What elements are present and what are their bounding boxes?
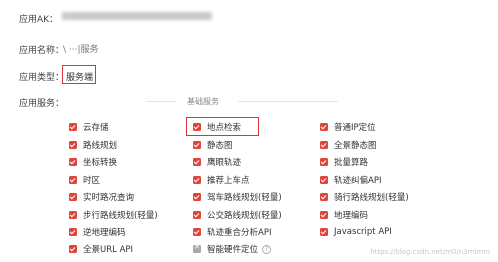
checkbox-disabled-icon: ✕ — [193, 243, 201, 253]
service-poi-search[interactable]: 地点检索 — [193, 121, 241, 133]
service-geocoding[interactable]: 地理编码 — [320, 209, 368, 221]
service-transit-route[interactable]: 公交路线规划(轻量) — [193, 209, 282, 221]
checkbox-checked-icon[interactable] — [69, 141, 77, 149]
checkbox-checked-icon[interactable] — [320, 193, 328, 201]
service-eagle-eye[interactable]: 鹰眼轨迹 — [193, 156, 241, 168]
app-ak-value — [62, 11, 212, 21]
redacted-ak — [62, 11, 212, 20]
section-divider-right — [238, 101, 338, 102]
app-type-value: 服务端 — [66, 73, 94, 83]
service-driving-route[interactable]: 驾车路线规划(轻量) — [193, 191, 282, 203]
service-cycling-route[interactable]: 骑行路线规划(轻量) — [320, 191, 409, 203]
watermark: https://blog.csdn.net/m0/n3mlmm — [370, 248, 490, 256]
service-cloud-storage[interactable]: 云存储 — [69, 121, 109, 133]
checkbox-checked-icon[interactable] — [69, 193, 77, 201]
service-smart-hardware[interactable]: ✕ 智能硬件定位? — [193, 243, 272, 255]
checkbox-checked-icon[interactable] — [320, 123, 328, 131]
help-icon[interactable]: ? — [262, 244, 272, 254]
app-name-label: 应用名称： — [19, 46, 65, 56]
service-timezone[interactable]: 时区 — [69, 174, 100, 186]
app-name-value: \ ···|服务 — [63, 45, 99, 55]
service-coord-convert[interactable]: 坐标转换 — [69, 156, 117, 168]
service-panorama-url[interactable]: 全景URL API — [69, 243, 133, 255]
checkbox-checked-icon[interactable] — [193, 158, 201, 166]
checkbox-checked-icon[interactable] — [69, 211, 77, 219]
service-track-correction[interactable]: 轨迹纠偏API — [320, 174, 381, 186]
app-type-label: 应用类型： — [19, 73, 65, 83]
checkbox-checked-icon[interactable] — [320, 211, 328, 219]
checkbox-checked-icon[interactable] — [320, 176, 328, 184]
service-reverse-geocoding[interactable]: 逆地理编码 — [69, 226, 126, 238]
checkbox-checked-icon[interactable] — [320, 158, 328, 166]
checkbox-checked-icon[interactable] — [320, 141, 328, 149]
checkbox-checked-icon[interactable] — [69, 158, 77, 166]
service-panorama-static[interactable]: 全景静态图 — [320, 139, 377, 151]
services-label: 应用服务： — [19, 99, 65, 109]
checkbox-checked-icon[interactable] — [193, 123, 201, 131]
service-static-map[interactable]: 静态图 — [193, 139, 233, 151]
service-route-planning[interactable]: 路线规划 — [69, 139, 117, 151]
service-ip-location[interactable]: 普通IP定位 — [320, 121, 376, 133]
checkbox-checked-icon[interactable] — [193, 193, 201, 201]
service-javascript-api[interactable]: Javascript API — [320, 226, 392, 238]
checkbox-checked-icon[interactable] — [193, 141, 201, 149]
app-ak-label: 应用AK： — [19, 15, 59, 25]
checkbox-checked-icon[interactable] — [69, 176, 77, 184]
checkbox-checked-icon[interactable] — [69, 245, 77, 253]
service-pickup-point[interactable]: 推荐上车点 — [193, 174, 250, 186]
service-batch-routing[interactable]: 批量算路 — [320, 156, 368, 168]
checkbox-checked-icon[interactable] — [69, 123, 77, 131]
service-track-overlap[interactable]: 轨迹重合分析API — [193, 226, 271, 238]
service-traffic[interactable]: 实时路况查询 — [69, 191, 134, 203]
section-title: 基础服务 — [187, 97, 219, 106]
checkbox-checked-icon[interactable] — [320, 228, 328, 236]
checkbox-checked-icon[interactable] — [193, 211, 201, 219]
checkbox-checked-icon[interactable] — [193, 176, 201, 184]
checkbox-checked-icon[interactable] — [193, 228, 201, 236]
section-divider-left — [146, 101, 176, 102]
service-walking-route[interactable]: 步行路线规划(轻量) — [69, 209, 158, 221]
checkbox-checked-icon[interactable] — [69, 228, 77, 236]
